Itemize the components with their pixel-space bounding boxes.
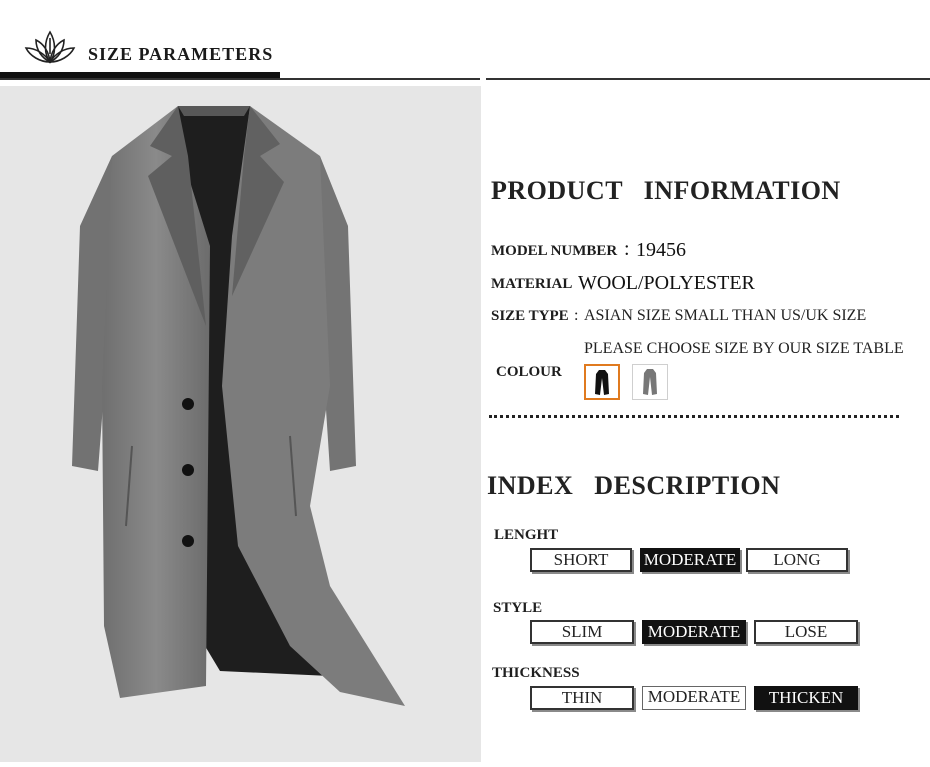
thickness-option-thin: THIN (530, 686, 634, 710)
product-information-heading: PRODUCT INFORMATION (491, 176, 841, 205)
black-coat-icon (595, 370, 609, 395)
material-value: WOOL/POLYESTER (578, 272, 755, 294)
material-label: MATERIAL (491, 276, 573, 292)
thickness-option-thicken: THICKEN (754, 686, 858, 710)
lotus-icon (24, 30, 76, 64)
black-coat-swatch[interactable] (584, 364, 620, 400)
size-note: PLEASE CHOOSE SIZE BY OUR SIZE TABLE (584, 340, 904, 357)
product-image (0, 86, 481, 762)
grey-coat-swatch[interactable] (632, 364, 668, 400)
model-number-value: 19456 (636, 239, 686, 261)
size-type-sep: : (574, 307, 579, 324)
header-rule-right (486, 78, 930, 80)
thickness-label: THICKNESS (492, 665, 580, 681)
coat-illustration (72, 106, 405, 706)
thickness-option-moderate: MODERATE (642, 686, 746, 710)
style-option-lose: LOSE (754, 620, 858, 644)
style-label: STYLE (493, 600, 543, 616)
model-number-label: MODEL NUMBER (491, 243, 618, 259)
colour-label: COLOUR (496, 364, 562, 380)
style-option-moderate: MODERATE (642, 620, 746, 644)
model-number-sep: : (624, 238, 630, 260)
length-option-short: SHORT (530, 548, 632, 572)
size-type-label: SIZE TYPE (491, 308, 569, 324)
size-type-value: ASIAN SIZE SMALL THAN US/UK SIZE (584, 307, 867, 324)
header-rule-left (0, 78, 480, 80)
index-description-heading: INDEX DESCRIPTION (487, 471, 781, 500)
style-option-slim: SLIM (530, 620, 634, 644)
length-option-long: LONG (746, 548, 848, 572)
grey-coat-icon (643, 369, 657, 395)
length-option-moderate: MODERATE (640, 548, 740, 572)
length-label: LENGHT (494, 527, 559, 543)
page-title: SIZE PARAMETERS (88, 44, 274, 64)
section-divider (489, 415, 899, 418)
